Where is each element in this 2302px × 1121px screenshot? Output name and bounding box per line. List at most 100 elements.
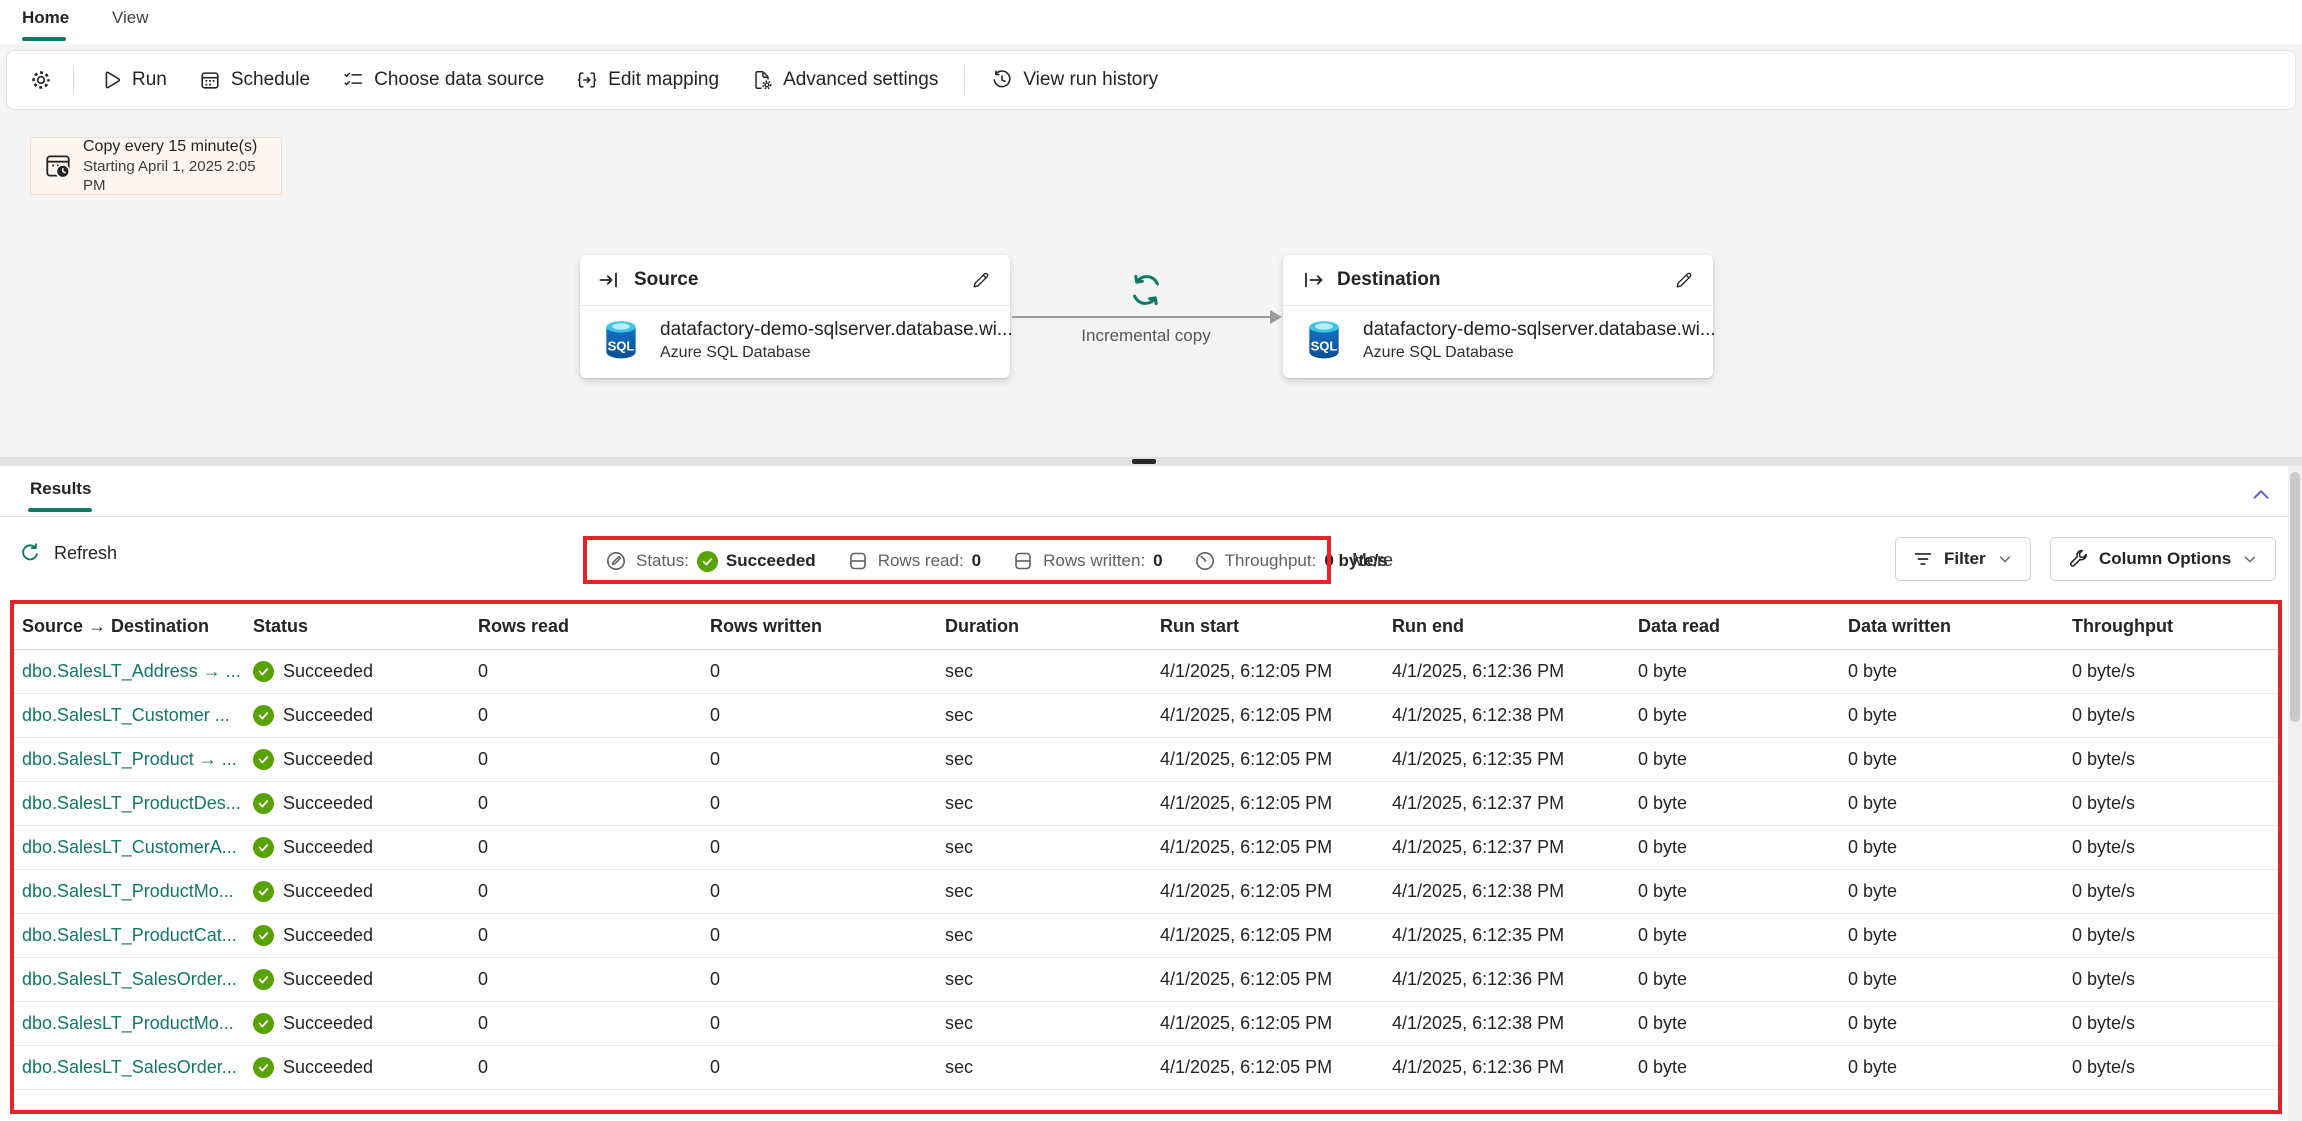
ribbon-tab-row: Home View (0, 0, 2302, 44)
column-header[interactable]: Status (253, 603, 478, 649)
column-header[interactable]: Rows written (710, 603, 945, 649)
tab-view[interactable]: View (112, 8, 149, 28)
destination-card[interactable]: Destination SQL datafactory-demo-sqlserv… (1283, 255, 1713, 378)
rows-read-cell: 0 (478, 958, 710, 1001)
choose-data-source-button[interactable]: Choose data source (326, 58, 560, 102)
edit-mapping-button[interactable]: Edit mapping (560, 58, 735, 102)
table-row[interactable]: dbo.SalesLT_Customer ...Succeeded00sec4/… (13, 694, 2279, 738)
throughput-label: Throughput: (1225, 551, 1317, 571)
table-row[interactable]: dbo.SalesLT_ProductCat...Succeeded00sec4… (13, 914, 2279, 958)
source-destination-link[interactable]: dbo.SalesLT_CustomerA... (22, 826, 253, 869)
success-check-icon (253, 881, 274, 902)
run-button[interactable]: Run (84, 58, 183, 102)
edit-source-pencil-icon[interactable] (970, 269, 992, 291)
tab-results[interactable]: Results (30, 479, 91, 499)
results-tab-border (0, 516, 2302, 517)
results-tab-underline (28, 508, 92, 512)
run-start-cell: 4/1/2025, 6:12:05 PM (1160, 914, 1392, 957)
source-destination-link[interactable]: dbo.SalesLT_Product → ... (22, 738, 253, 781)
column-header[interactable]: Data read (1638, 603, 1848, 649)
status-text: Succeeded (283, 650, 373, 693)
table-row[interactable]: dbo.SalesLT_SalesOrder...Succeeded00sec4… (13, 958, 2279, 1002)
connector-line (1012, 316, 1274, 318)
rows-read-cell: 0 (478, 782, 710, 825)
data-written-cell: 0 byte (1848, 650, 2072, 693)
filter-label: Filter (1944, 549, 1986, 569)
source-destination-link[interactable]: dbo.SalesLT_Customer ... (22, 694, 253, 737)
calendar-clock-icon (43, 151, 73, 181)
duration-cell: sec (945, 738, 1160, 781)
data-written-cell: 0 byte (1848, 738, 2072, 781)
table-row[interactable]: dbo.SalesLT_ProductMo...Succeeded00sec4/… (13, 870, 2279, 914)
advanced-settings-button[interactable]: Advanced settings (735, 58, 954, 102)
column-header[interactable]: Source → Destination (22, 603, 253, 649)
schedule-button[interactable]: Schedule (183, 58, 326, 102)
data-written-cell: 0 byte (1848, 1046, 2072, 1089)
column-options-button[interactable]: Column Options (2050, 537, 2276, 581)
data-read-cell: 0 byte (1638, 914, 1848, 957)
database-icon (1011, 549, 1035, 573)
source-destination-link[interactable]: dbo.SalesLT_SalesOrder... (22, 1046, 253, 1089)
rows-read-cell: 0 (478, 738, 710, 781)
source-destination-link[interactable]: dbo.SalesLT_ProductDes... (22, 782, 253, 825)
status-text: Succeeded (283, 914, 373, 957)
view-run-history-button[interactable]: View run history (975, 58, 1174, 102)
edit-destination-pencil-icon[interactable] (1673, 269, 1695, 291)
table-row[interactable]: dbo.SalesLT_ProductDes...Succeeded00sec4… (13, 782, 2279, 826)
source-destination-link[interactable]: dbo.SalesLT_ProductMo... (22, 1002, 253, 1045)
source-destination-link[interactable]: dbo.SalesLT_Address → ... (22, 650, 253, 693)
source-destination-link[interactable]: dbo.SalesLT_ProductMo... (22, 870, 253, 913)
run-end-cell: 4/1/2025, 6:12:36 PM (1392, 650, 1638, 693)
column-header[interactable]: Throughput (2072, 603, 2279, 649)
rows-written-cell: 0 (710, 782, 945, 825)
run-start-cell: 4/1/2025, 6:12:05 PM (1160, 694, 1392, 737)
column-header[interactable]: Run end (1392, 603, 1638, 649)
rows-read-cell: 0 (478, 650, 710, 693)
vertical-scrollbar[interactable] (2288, 466, 2302, 1121)
table-row[interactable]: dbo.SalesLT_Product → ...Succeeded00sec4… (13, 738, 2279, 782)
database-icon (846, 549, 870, 573)
column-options-label: Column Options (2099, 549, 2231, 569)
refresh-button[interactable]: Refresh (18, 541, 117, 565)
source-card[interactable]: Source SQL datafactory-demo-sqlserver.da… (580, 255, 1010, 378)
more-link[interactable]: More (1352, 550, 1393, 571)
tab-home[interactable]: Home (22, 8, 69, 28)
table-row[interactable]: dbo.SalesLT_SalesOrder...Succeeded00sec4… (13, 1046, 2279, 1090)
column-header[interactable]: Run start (1160, 603, 1392, 649)
settings-button[interactable] (19, 58, 63, 102)
duration-cell: sec (945, 694, 1160, 737)
duration-cell: sec (945, 870, 1160, 913)
play-icon (100, 69, 122, 91)
run-end-cell: 4/1/2025, 6:12:38 PM (1392, 1002, 1638, 1045)
summary-status: Status: Succeeded (604, 549, 816, 573)
panel-resize-handle[interactable] (1132, 459, 1156, 464)
choose-data-source-label: Choose data source (374, 69, 544, 91)
destination-connection-name: datafactory-demo-sqlserver.database.wi..… (1363, 318, 1695, 342)
column-header[interactable]: Data written (1848, 603, 2072, 649)
filter-button[interactable]: Filter (1895, 537, 2031, 581)
source-destination-link[interactable]: dbo.SalesLT_ProductCat... (22, 914, 253, 957)
status-text: Succeeded (283, 870, 373, 913)
incremental-sync-icon (1127, 271, 1165, 309)
collapse-panel-button[interactable] (2248, 482, 2274, 508)
table-row[interactable]: dbo.SalesLT_CustomerA...Succeeded00sec4/… (13, 826, 2279, 870)
summary-rows-written: Rows written: 0 (1011, 549, 1163, 573)
table-row[interactable]: dbo.SalesLT_Address → ...Succeeded00sec4… (13, 650, 2279, 694)
run-end-cell: 4/1/2025, 6:12:35 PM (1392, 738, 1638, 781)
rows-read-cell: 0 (478, 1046, 710, 1089)
run-end-cell: 4/1/2025, 6:12:38 PM (1392, 694, 1638, 737)
column-header[interactable]: Duration (945, 603, 1160, 649)
data-read-cell: 0 byte (1638, 870, 1848, 913)
table-row[interactable]: dbo.SalesLT_ProductMo...Succeeded00sec4/… (13, 1002, 2279, 1046)
arrow-into-bar-icon (598, 268, 622, 292)
schedule-summary-badge[interactable]: Copy every 15 minute(s) Starting April 1… (30, 137, 282, 195)
source-destination-link[interactable]: dbo.SalesLT_SalesOrder... (22, 958, 253, 1001)
advanced-settings-label: Advanced settings (783, 69, 938, 91)
status-cell: Succeeded (253, 1002, 478, 1045)
rows-written-cell: 0 (710, 1046, 945, 1089)
status-pencil-circle-icon (604, 549, 628, 573)
column-header[interactable]: Rows read (478, 603, 710, 649)
rows-written-cell: 0 (710, 870, 945, 913)
scrollbar-thumb[interactable] (2290, 472, 2300, 722)
rows-written-cell: 0 (710, 826, 945, 869)
